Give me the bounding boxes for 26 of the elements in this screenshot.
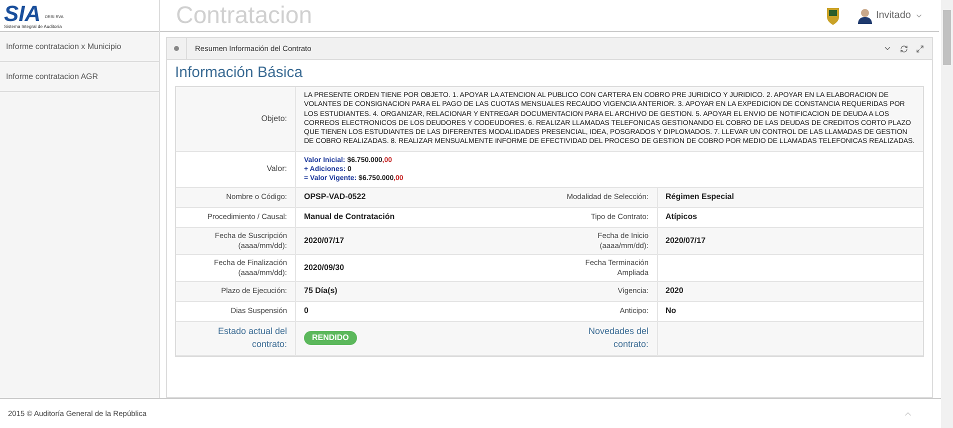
sidebar-item[interactable]: Informe contratacion x Municipio	[0, 32, 159, 62]
field-value: 2020/07/17	[666, 234, 706, 247]
field-value: Atípicos	[666, 211, 698, 224]
field-value: Manual de Contratación	[304, 211, 395, 224]
field-label: Novedades del contrato:	[587, 324, 648, 352]
sidebar-item[interactable]: Informe contratacion AGR	[0, 62, 159, 92]
field-value: 75 Día(s)	[304, 285, 338, 298]
user-menu[interactable]: Invitado	[858, 8, 923, 24]
expand-icon[interactable]	[916, 44, 924, 52]
field-value: No	[666, 305, 676, 318]
field-label: Estado actual del contrato:	[216, 324, 287, 352]
field-value: 2020/09/30	[304, 262, 344, 274]
field-value: OPSP-VAD-0522	[304, 191, 366, 204]
section-heading: Información Básica	[175, 63, 304, 83]
field-label: Valor:	[266, 163, 287, 176]
field-value: 2020	[666, 285, 684, 298]
bullet-icon	[174, 46, 179, 51]
field-value: 0	[304, 305, 308, 318]
field-label: Objeto:	[261, 112, 287, 125]
field-value: Régimen Especial	[666, 191, 734, 204]
refresh-icon[interactable]	[900, 44, 908, 52]
status-badge: RENDIDO	[304, 331, 357, 346]
collapse-icon[interactable]	[883, 44, 892, 53]
avatar-icon	[858, 8, 872, 24]
field-value: 2020/07/17	[304, 234, 344, 247]
scrollbar[interactable]	[941, 0, 953, 428]
